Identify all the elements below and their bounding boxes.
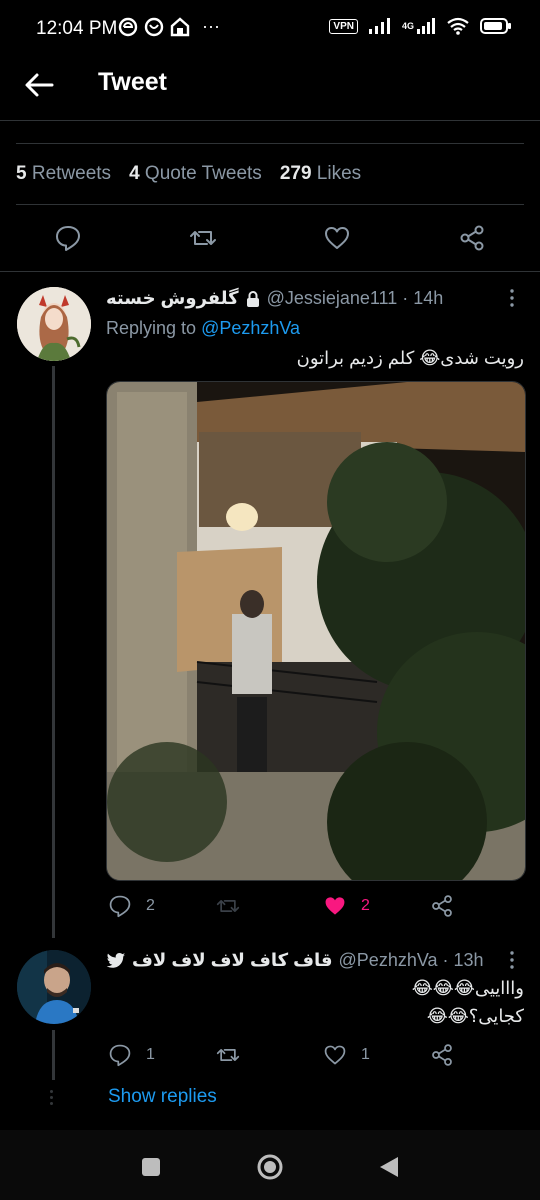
collapsed-thread-dots — [50, 1090, 53, 1105]
reply2-reply-count: 1 — [146, 1046, 155, 1063]
back-arrow-icon[interactable] — [22, 68, 56, 102]
reply2-text-line2: کجایی؟😂😂 — [426, 1006, 524, 1026]
reply1-replying-to: Replying to @PezhzhVa — [106, 318, 300, 339]
thread-line-lower — [52, 1030, 55, 1080]
quotes-count: 4 — [129, 163, 140, 184]
back-button-icon[interactable] — [378, 1156, 400, 1178]
reply1-header: گلفروش خسته @Jessiejane111 · 14h — [106, 288, 443, 309]
home-button-icon[interactable] — [256, 1153, 284, 1181]
liked-heart-icon — [325, 897, 345, 915]
status-more-dots: ··· — [202, 16, 220, 36]
reply1-avatar[interactable] — [17, 287, 91, 361]
reply-icon — [109, 1044, 131, 1067]
likes-stat[interactable]: 279 Likes — [280, 163, 361, 185]
reply1-reply-action[interactable]: 2 — [108, 894, 155, 918]
lock-icon — [246, 290, 259, 307]
more-options-icon[interactable] — [502, 288, 522, 308]
browser-icon — [118, 17, 138, 36]
status-system-icons: VPN 4G — [329, 17, 512, 35]
quote-tweets-stat[interactable]: 4 Quote Tweets — [129, 163, 262, 185]
wifi-icon — [447, 17, 469, 35]
stats-bottom-divider — [16, 204, 524, 205]
reply2-display-name[interactable]: قاف کاف لاف لاف لاف — [132, 950, 333, 971]
reply-icon[interactable] — [54, 224, 82, 252]
reply1-display-name[interactable]: گلفروش خسته — [106, 288, 239, 309]
app-notification-icon — [144, 17, 164, 36]
reply1-photo[interactable] — [106, 381, 526, 881]
likes-label: Likes — [316, 163, 362, 184]
vpn-badge: VPN — [329, 18, 358, 34]
like-icon — [324, 1045, 346, 1065]
reply1-like-count: 2 — [361, 897, 370, 914]
reply1-text: رویت شدی😂 کلم زدیم براتون — [296, 348, 524, 368]
reply1-handle-time[interactable]: @Jessiejane111 · 14h — [267, 288, 444, 309]
network-type: 4G — [401, 21, 414, 31]
recents-button-icon[interactable] — [141, 1157, 161, 1177]
status-notification-icons: ··· — [118, 16, 220, 37]
tweet-stats: 5 Retweets 4 Quote Tweets 279 Likes — [16, 163, 361, 185]
retweet-icon[interactable] — [189, 224, 217, 252]
thread-line — [52, 366, 55, 938]
reply1-reply-count: 2 — [146, 897, 155, 914]
retweets-label: Retweets — [31, 163, 112, 184]
page-title: Tweet — [98, 68, 167, 96]
reply2-handle-time[interactable]: @PezhzhVa · 13h — [339, 950, 484, 971]
reply2-reply-action[interactable]: 1 — [108, 1043, 155, 1067]
header-divider — [0, 120, 540, 121]
avatar-illustration — [17, 287, 91, 361]
like-icon[interactable] — [323, 224, 351, 252]
home-notification-icon — [170, 16, 190, 36]
reply-icon — [109, 895, 131, 918]
signal-4g: 4G — [402, 17, 436, 35]
reply2-text-line1: واااییی😂😂😂 — [411, 978, 524, 998]
status-time: 12:04 PM — [36, 18, 118, 39]
signal-4g-icon — [417, 18, 435, 34]
replying-to-link[interactable]: @PezhzhVa — [201, 318, 300, 338]
twitter-bird-icon — [106, 952, 126, 968]
avatar-photo — [17, 950, 91, 1024]
reply2-like-count: 1 — [361, 1046, 370, 1063]
share-icon[interactable] — [430, 894, 454, 918]
quotes-label: Quote Tweets — [144, 163, 262, 184]
retweets-count: 5 — [16, 163, 27, 184]
share-icon[interactable] — [458, 224, 486, 252]
retweet-icon[interactable] — [216, 1043, 240, 1067]
reply2-like-action[interactable]: 1 — [323, 1043, 370, 1067]
system-nav-bar — [0, 1130, 540, 1200]
reply2-avatar[interactable] — [17, 950, 91, 1024]
signal-icon — [368, 18, 390, 34]
actions-divider — [0, 271, 540, 272]
photo-image — [107, 382, 525, 880]
battery-icon — [480, 18, 511, 34]
more-options-icon[interactable] — [502, 950, 522, 970]
replying-prefix: Replying to — [106, 318, 202, 338]
status-bar: 12:04 PM ··· VPN 4G — [0, 0, 540, 60]
reply2-header: قاف کاف لاف لاف لاف @PezhzhVa · 13h — [106, 950, 484, 971]
reply1-like-action[interactable]: 2 — [323, 894, 370, 918]
show-replies-link[interactable]: Show replies — [108, 1086, 217, 1108]
retweet-icon-disabled — [216, 900, 240, 912]
stats-top-divider — [16, 143, 524, 144]
likes-count: 279 — [279, 163, 312, 184]
retweets-stat[interactable]: 5 Retweets — [16, 163, 111, 185]
share-icon[interactable] — [430, 1043, 454, 1067]
